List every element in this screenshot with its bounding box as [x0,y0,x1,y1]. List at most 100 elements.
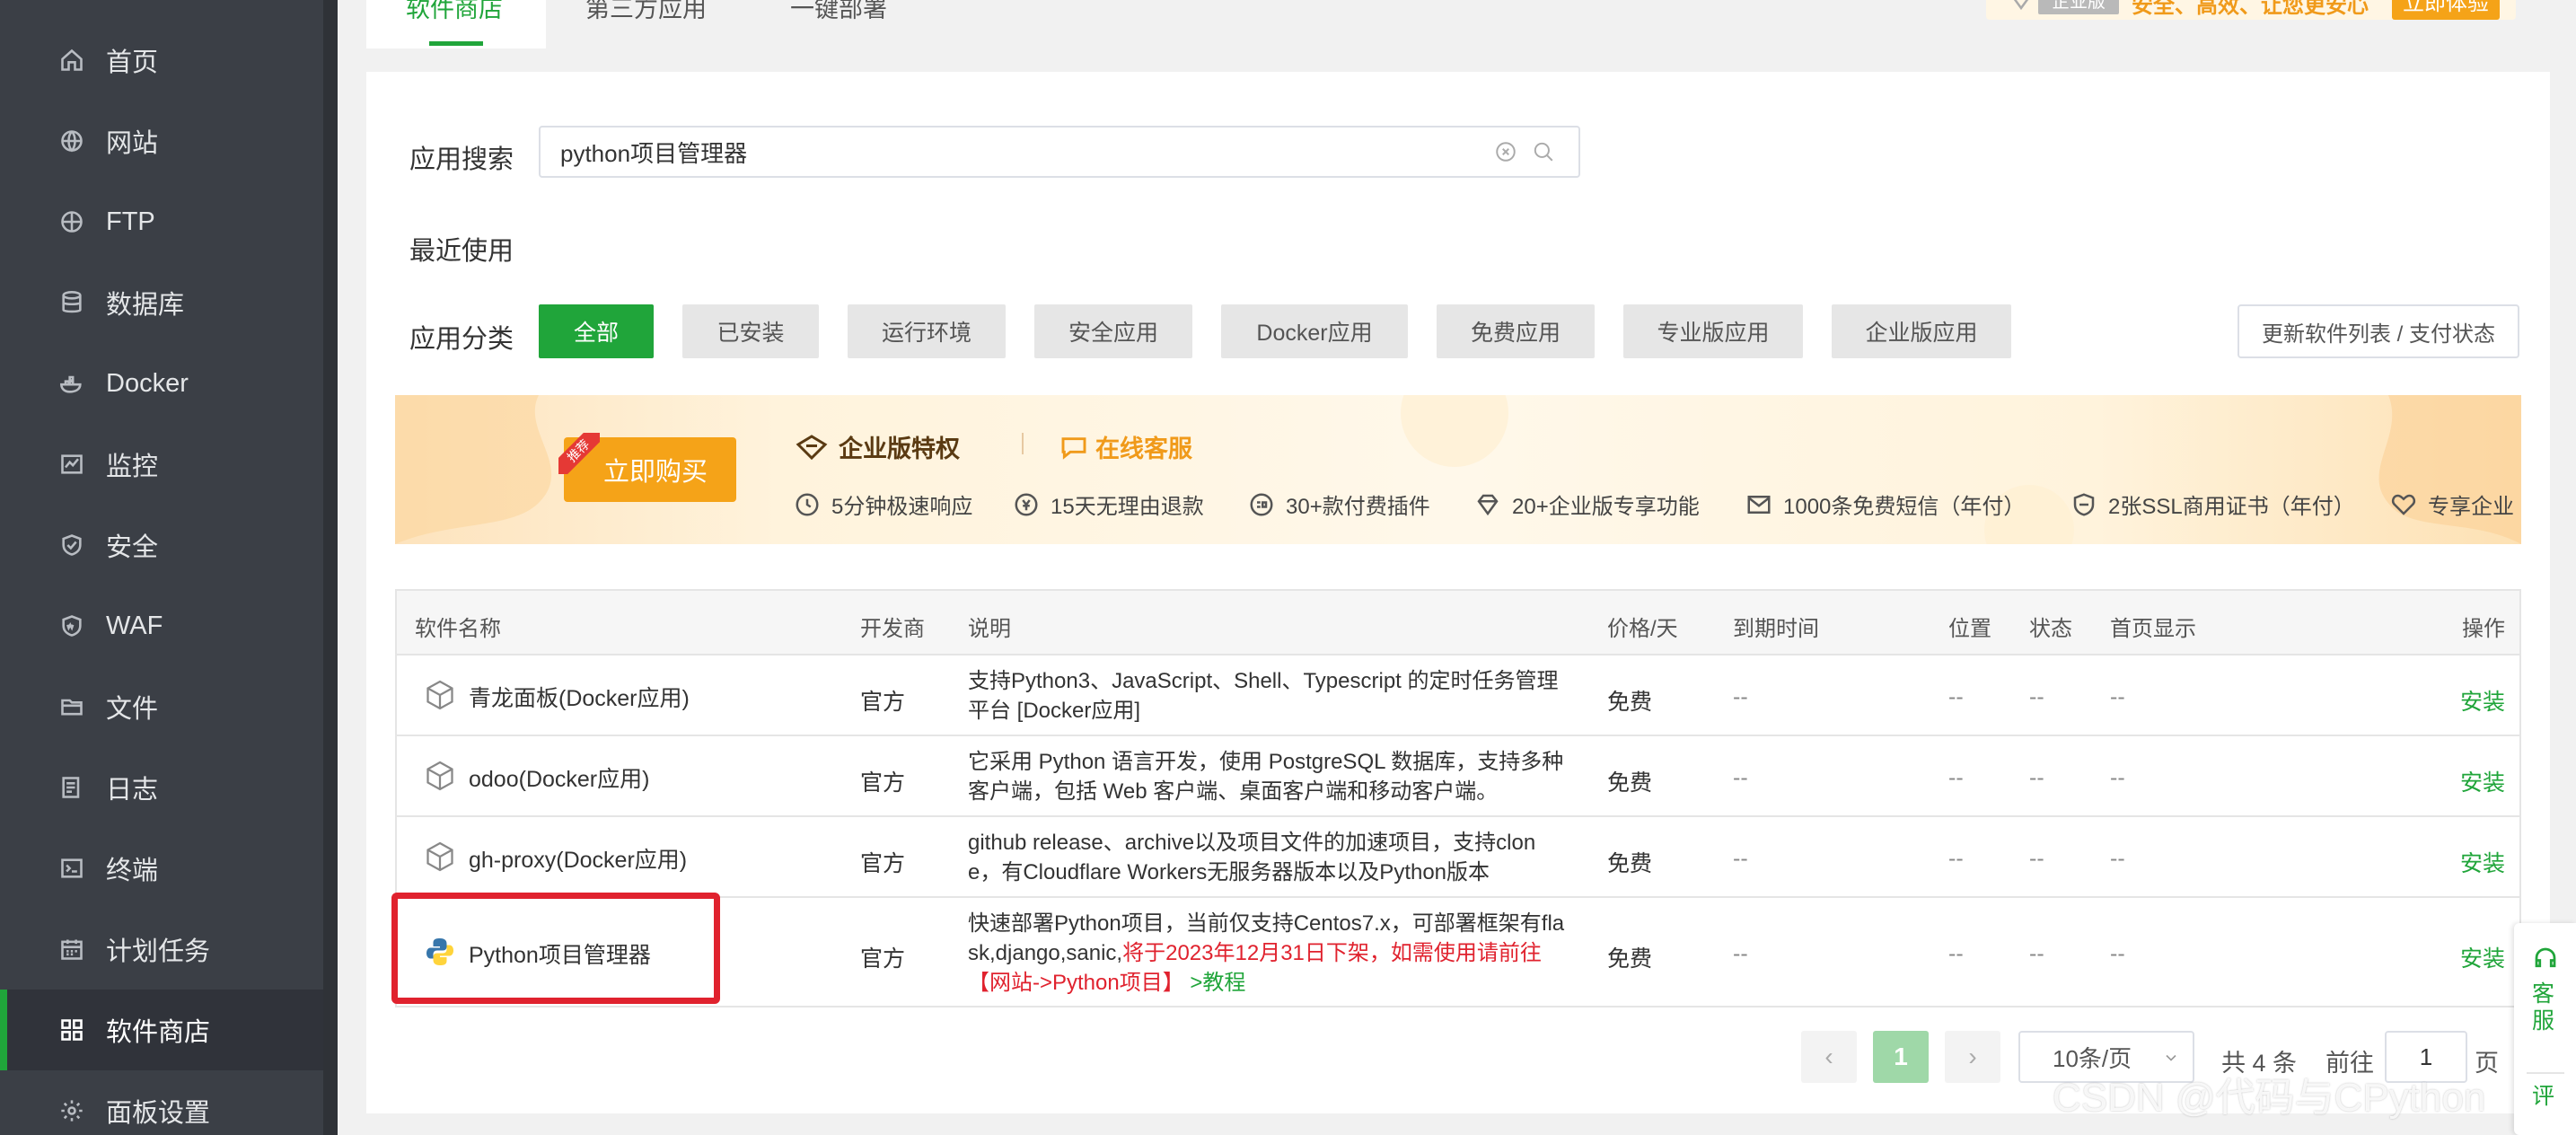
heart-icon [2391,494,2416,515]
category-installed[interactable]: 已安装 [682,304,819,358]
expire-time: -- [1733,846,1748,871]
location: -- [1948,765,1964,790]
category-security[interactable]: 安全应用 [1034,304,1192,358]
feature-item: 30+款付费插件 [1248,488,1430,520]
rating-label: 评 [2532,1084,2555,1109]
header-description: 说明 [968,617,1011,641]
sidebar-item-label: 终端 [106,857,159,885]
developer: 官方 [860,770,906,796]
feature-item: 5分钟极速响应 [794,488,972,520]
package-icon [426,761,453,791]
diamond-icon [1477,494,1499,515]
install-button[interactable]: 安装 [2460,684,2505,717]
price: 免费 [1607,851,1653,876]
sidebar-item-home[interactable]: 首页 [0,20,323,101]
category-pro[interactable]: 专业版应用 [1623,304,1803,358]
refund-icon [1015,493,1038,515]
enterprise-badge: 企业版 [2038,0,2119,14]
sidebar-item-waf[interactable]: WAF [0,585,323,666]
software-name[interactable]: odoo(Docker应用) [469,761,649,794]
category-free[interactable]: 免费应用 [1437,304,1595,358]
sidebar-item-website[interactable]: 网站 [0,101,323,181]
sidebar-item-monitor[interactable]: 监控 [0,424,323,505]
install-button[interactable]: 安装 [2460,941,2505,973]
sidebar-collapse-edge[interactable] [323,0,338,1135]
sidebar-item-label: 日志 [106,776,159,805]
category-runtime[interactable]: 运行环境 [848,304,1006,358]
homepage-display: -- [2110,846,2125,871]
sidebar-item-logs[interactable]: 日志 [0,747,323,828]
sidebar-item-cron[interactable]: 计划任务 [0,909,323,990]
category-enterprise[interactable]: 企业版应用 [1832,304,2011,358]
sidebar: 首页 网站 FTP 数据库 Docker 监控 安全 WAF 文件 日志 终端 [0,0,338,1135]
status: -- [2029,941,2044,966]
description: 它采用 Python 语言开发，使用 PostgreSQL 数据库，支持多种 客户… [968,750,1564,804]
status: -- [2029,765,2044,790]
header-developer: 开发商 [860,617,925,641]
home-icon [61,48,83,71]
header-price: 价格/天 [1607,617,1678,641]
price: 免费 [1607,946,1653,972]
crown-icon [796,434,828,460]
headset-icon [2535,947,2556,968]
homepage-display: -- [2110,941,2125,966]
sidebar-item-label: 面板设置 [106,1099,211,1128]
sidebar-item-label: WAF [106,611,163,640]
tab-third-party[interactable]: 第三方应用 [585,0,707,24]
table-row: gh-proxy(Docker应用) 官方 github release、arc… [397,817,2519,898]
customer-service-float[interactable]: 客服 评 [2514,923,2576,1135]
search-icon[interactable] [1532,140,1555,168]
feature-item: 2张SSL商用证书（年付） [2070,488,2355,520]
ftp-globe-icon [61,211,83,233]
tab-one-click-deploy[interactable]: 一键部署 [790,0,887,24]
category-docker[interactable]: Docker应用 [1221,304,1408,358]
install-button[interactable]: 安装 [2460,846,2505,878]
table-header: 软件名称 开发商 说明 价格/天 到期时间 位置 状态 首页显示 操作 [397,591,2519,655]
sidebar-item-terminal[interactable]: 终端 [0,828,323,909]
waf-shield-icon [62,615,82,637]
search-input[interactable]: python项目管理器 [539,126,1580,178]
sidebar-item-database[interactable]: 数据库 [0,262,323,343]
gear-icon [61,1100,83,1122]
tutorial-link[interactable]: >教程 [1184,971,1245,995]
category-all[interactable]: 全部 [539,304,654,358]
chevron-down-icon [2166,1054,2176,1061]
header-expire: 到期时间 [1733,617,1819,641]
online-service-link[interactable]: 在线客服 [1059,429,1192,464]
enterprise-privilege: 企业版特权 [796,429,960,464]
next-page-button[interactable]: › [1945,1031,2000,1083]
sidebar-item-settings[interactable]: 面板设置 [0,1070,323,1135]
folder-icon [61,699,83,716]
homepage-display: -- [2110,684,2125,709]
header-action: 操作 [2462,617,2505,641]
software-name[interactable]: gh-proxy(Docker应用) [469,842,687,875]
sidebar-item-label: 监控 [106,453,159,481]
active-indicator [0,990,7,1070]
clear-icon[interactable] [1494,140,1517,168]
watermark: CSDN @代码与CPython [2053,1076,2486,1120]
sidebar-item-security[interactable]: 安全 [0,505,323,585]
header-status: 状态 [2029,617,2072,641]
refresh-list-button[interactable]: 更新软件列表 / 支付状态 [2238,304,2519,358]
sidebar-item-ftp[interactable]: FTP [0,181,323,262]
software-name[interactable]: 青龙面板(Docker应用) [469,681,690,713]
expire-time: -- [1733,765,1748,790]
price: 免费 [1607,690,1653,715]
grid-icon [61,1019,83,1041]
enterprise-slogan: 安全、高效、让您更安心 [2132,0,2369,18]
deprecation-warning: 将于2023年12月31日下架，如需使用请前往 [1122,941,1542,965]
header-name: 软件名称 [415,617,501,641]
trial-button[interactable]: 立即体验 [2392,0,2500,20]
expire-time: -- [1733,941,1748,966]
sidebar-item-label: 文件 [106,695,159,724]
prev-page-button[interactable]: ‹ [1801,1031,1857,1083]
float-divider [2527,1072,2564,1074]
tab-app-store[interactable]: 软件商店 [406,0,503,24]
sidebar-item-docker[interactable]: Docker [0,343,323,424]
sidebar-item-app-store[interactable]: 软件商店 [0,990,323,1070]
tab-underline [429,41,483,46]
page-1-button[interactable]: 1 [1873,1031,1929,1083]
sidebar-item-files[interactable]: 文件 [0,666,323,747]
install-button[interactable]: 安装 [2460,765,2505,797]
expire-time: -- [1733,684,1748,709]
